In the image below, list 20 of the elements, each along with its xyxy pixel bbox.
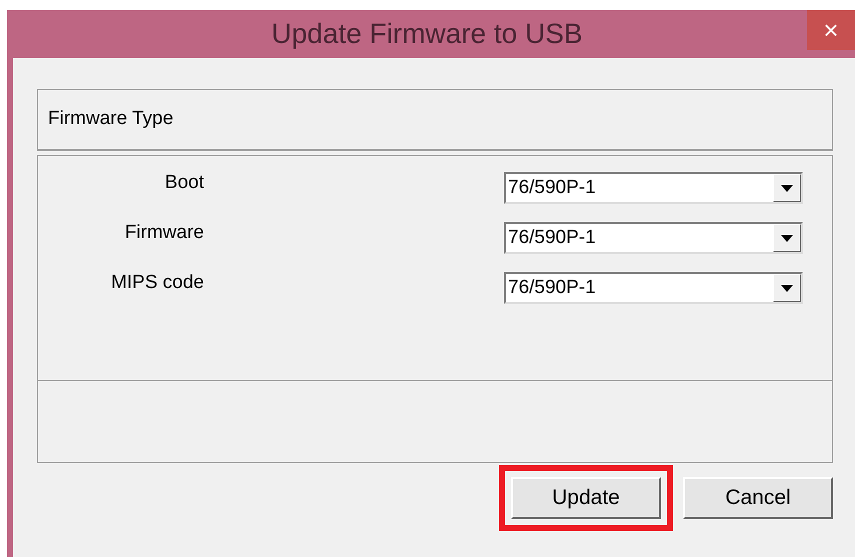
close-button[interactable]: × <box>807 10 855 50</box>
field-label: MIPS code <box>110 270 204 295</box>
caret-icon <box>781 184 793 192</box>
dropdown-button[interactable] <box>773 224 801 252</box>
window-title: Update Firmware to USB <box>270 17 584 51</box>
dropdown-value: 76/590P-1 <box>507 276 597 300</box>
field-label: Boot <box>164 170 204 195</box>
dropdown[interactable]: 76/590P-1 <box>504 272 803 304</box>
caret-icon <box>781 234 793 242</box>
dropdown-value: 76/590P-1 <box>507 226 597 250</box>
group-title: Firmware Type <box>48 107 174 132</box>
dropdown-button[interactable] <box>773 174 801 202</box>
dropdown[interactable]: 76/590P-1 <box>504 172 803 204</box>
dropdown-button[interactable] <box>773 274 801 302</box>
dialog-button[interactable]: Update <box>511 477 661 519</box>
dropdown-value: 76/590P-1 <box>507 176 597 200</box>
caret-icon <box>781 284 793 292</box>
dropdown[interactable]: 76/590P-1 <box>504 222 803 254</box>
field-label: Firmware <box>124 220 204 245</box>
dialog-button[interactable]: Cancel <box>683 477 833 519</box>
